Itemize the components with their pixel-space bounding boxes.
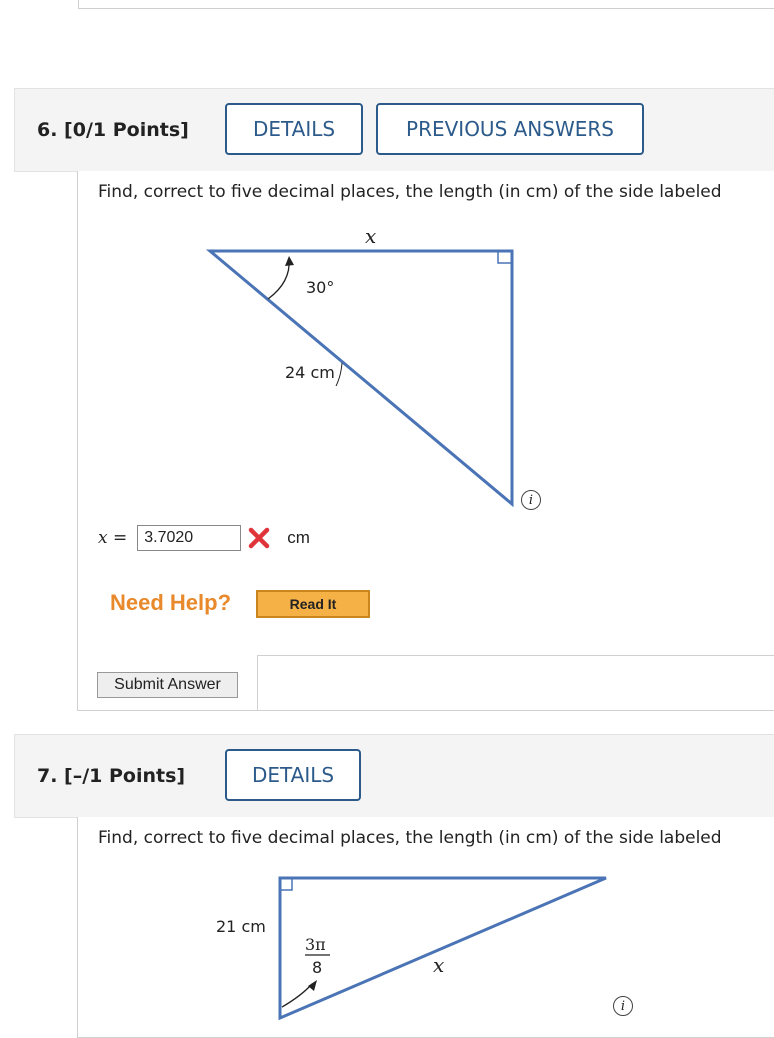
angle-denominator: 8 <box>312 958 322 977</box>
right-angle-marker <box>280 878 293 891</box>
triangle-shape <box>278 876 607 1021</box>
triangle-diagram-q7: 21 cm 3π 8 x <box>216 876 607 1021</box>
info-icon[interactable]: i <box>613 996 633 1016</box>
side-label: 21 cm <box>216 917 266 936</box>
angle-numerator: 3π <box>305 935 326 954</box>
x-label: x <box>433 953 444 977</box>
angle-arrowhead <box>308 980 317 991</box>
angle-arc <box>281 983 313 1008</box>
